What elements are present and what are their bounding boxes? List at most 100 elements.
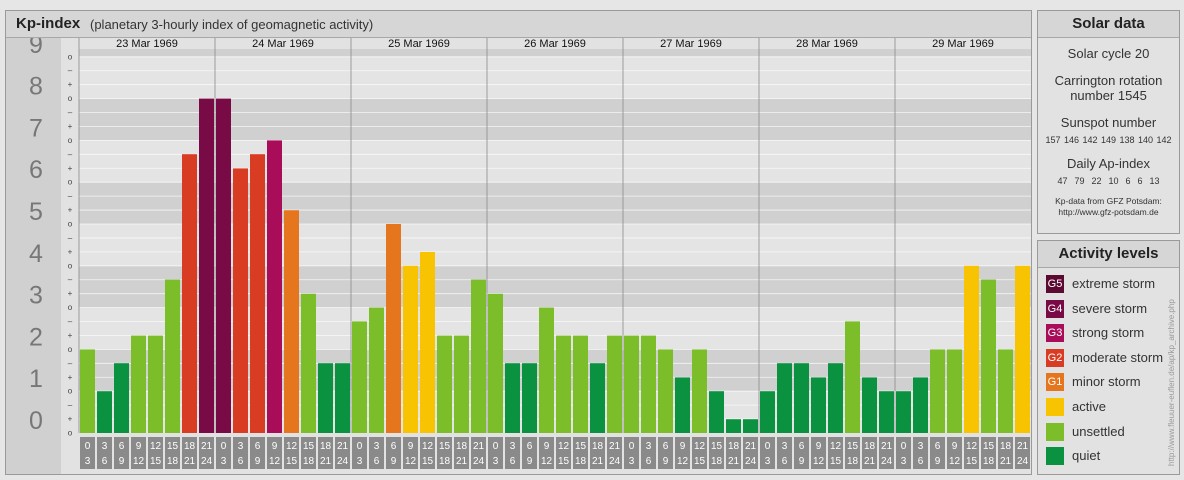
legend-swatch: G5 <box>1046 275 1064 293</box>
kp-bar <box>692 349 707 433</box>
day-label: 23 Mar 1969 <box>116 38 178 50</box>
hour-start-label: 6 <box>255 441 261 452</box>
legend-label: quiet <box>1072 448 1101 464</box>
hour-end-label: 12 <box>677 456 689 467</box>
hour-end-label: 3 <box>221 456 227 467</box>
hour-end-label: 21 <box>456 456 468 467</box>
hour-start-label: 3 <box>782 441 788 452</box>
y-tick-label: 3 <box>29 282 43 310</box>
carrington-line1: Carrington rotation <box>1054 73 1163 88</box>
kp-bar <box>488 293 503 433</box>
hour-start-label: 0 <box>357 441 363 452</box>
hour-end-label: 18 <box>983 456 995 467</box>
hour-end-label: 3 <box>85 456 91 467</box>
kp-bar <box>607 335 622 433</box>
kp-bar <box>828 363 843 433</box>
solar-cycle: Solar cycle 20 <box>1067 46 1150 61</box>
kp-bar <box>318 363 333 433</box>
hour-end-label: 15 <box>150 456 162 467</box>
y-minor-label: – <box>68 317 73 326</box>
hour-start-label: 9 <box>408 441 414 452</box>
hour-start-label: 9 <box>952 441 958 452</box>
kp-bar <box>590 363 605 433</box>
kp-bar <box>726 419 741 433</box>
y-tick-label: 8 <box>29 73 43 101</box>
hour-start-label: 12 <box>830 441 842 452</box>
hour-end-label: 15 <box>422 456 434 467</box>
hour-end-label: 18 <box>439 456 451 467</box>
hour-end-label: 21 <box>1000 456 1012 467</box>
solar-data-panel: Solar data Solar cycle 20 Carrington rot… <box>1037 10 1180 234</box>
kp-bar <box>896 391 911 433</box>
kp-bar <box>862 377 877 433</box>
hour-start-label: 0 <box>85 441 91 452</box>
kp-bar <box>97 391 112 433</box>
hour-start-label: 0 <box>901 441 907 452</box>
carrington-line2: number 1545 <box>1070 88 1147 103</box>
hour-start-label: 6 <box>799 441 805 452</box>
hour-end-label: 9 <box>527 456 533 467</box>
hour-end-label: 18 <box>575 456 587 467</box>
hour-start-label: 18 <box>184 441 196 452</box>
ap-values: 47 79 22 10 6 6 13 <box>1057 176 1160 186</box>
y-minor-label: + <box>68 164 73 173</box>
hour-end-label: 15 <box>694 456 706 467</box>
kp-bar <box>420 252 435 433</box>
hour-start-label: 15 <box>167 441 179 452</box>
hour-end-label: 12 <box>133 456 145 467</box>
legend-swatch <box>1046 447 1064 466</box>
legend-label: active <box>1072 399 1106 414</box>
y-minor-label: o <box>68 429 73 438</box>
hour-end-label: 12 <box>405 456 417 467</box>
hour-start-label: 12 <box>150 441 162 452</box>
hour-start-label: 0 <box>221 441 227 452</box>
hour-end-label: 18 <box>167 456 179 467</box>
hour-end-label: 3 <box>629 456 635 467</box>
y-minor-label: + <box>68 289 73 298</box>
hour-end-label: 15 <box>558 456 570 467</box>
legend-swatch: G1 <box>1046 373 1064 392</box>
y-minor-label: o <box>68 136 73 145</box>
y-minor-label: + <box>68 206 73 215</box>
activity-levels-title: Activity levels <box>1038 241 1179 268</box>
hour-start-label: 6 <box>527 441 533 452</box>
kp-bar <box>403 265 418 433</box>
hour-end-label: 24 <box>473 456 485 467</box>
hour-start-label: 0 <box>629 441 635 452</box>
y-minor-label: + <box>68 122 73 131</box>
kp-bar <box>539 307 554 433</box>
hour-start-label: 15 <box>575 441 587 452</box>
hour-end-label: 9 <box>255 456 261 467</box>
legend-label: extreme storm <box>1072 276 1156 291</box>
kp-bar <box>930 349 945 433</box>
source-link[interactable]: http://www.gfz-potsdam.de <box>1038 207 1179 218</box>
y-minor-label: – <box>68 401 73 410</box>
chart-title: Kp-index <box>16 15 81 32</box>
hour-start-label: 12 <box>286 441 298 452</box>
kp-bar <box>114 363 129 433</box>
y-minor-label: – <box>68 150 73 159</box>
y-tick-label: 5 <box>29 198 43 226</box>
kp-bar <box>505 363 520 433</box>
kp-bar <box>743 419 758 433</box>
hour-end-label: 6 <box>238 456 244 467</box>
y-minor-label: o <box>68 345 73 354</box>
hour-end-label: 24 <box>337 456 349 467</box>
day-label: 26 Mar 1969 <box>524 38 586 50</box>
y-minor-label: + <box>68 373 73 382</box>
grid-band <box>79 49 1031 57</box>
hour-start-label: 9 <box>816 441 822 452</box>
hour-end-label: 15 <box>830 456 842 467</box>
y-tick-label: 6 <box>29 156 43 184</box>
kp-bar <box>301 293 316 433</box>
kp-bar <box>250 154 265 433</box>
legend-swatch <box>1046 422 1064 441</box>
y-minor-label: o <box>68 261 73 270</box>
source-line1: Kp-data from GFZ Potsdam: <box>1055 196 1162 206</box>
legend-swatch: G2 <box>1046 348 1064 367</box>
hour-end-label: 6 <box>918 456 924 467</box>
hour-start-label: 15 <box>303 441 315 452</box>
hour-start-label: 18 <box>1000 441 1012 452</box>
kp-bar <box>573 335 588 433</box>
sunspot-label: Sunspot number <box>1060 115 1157 130</box>
